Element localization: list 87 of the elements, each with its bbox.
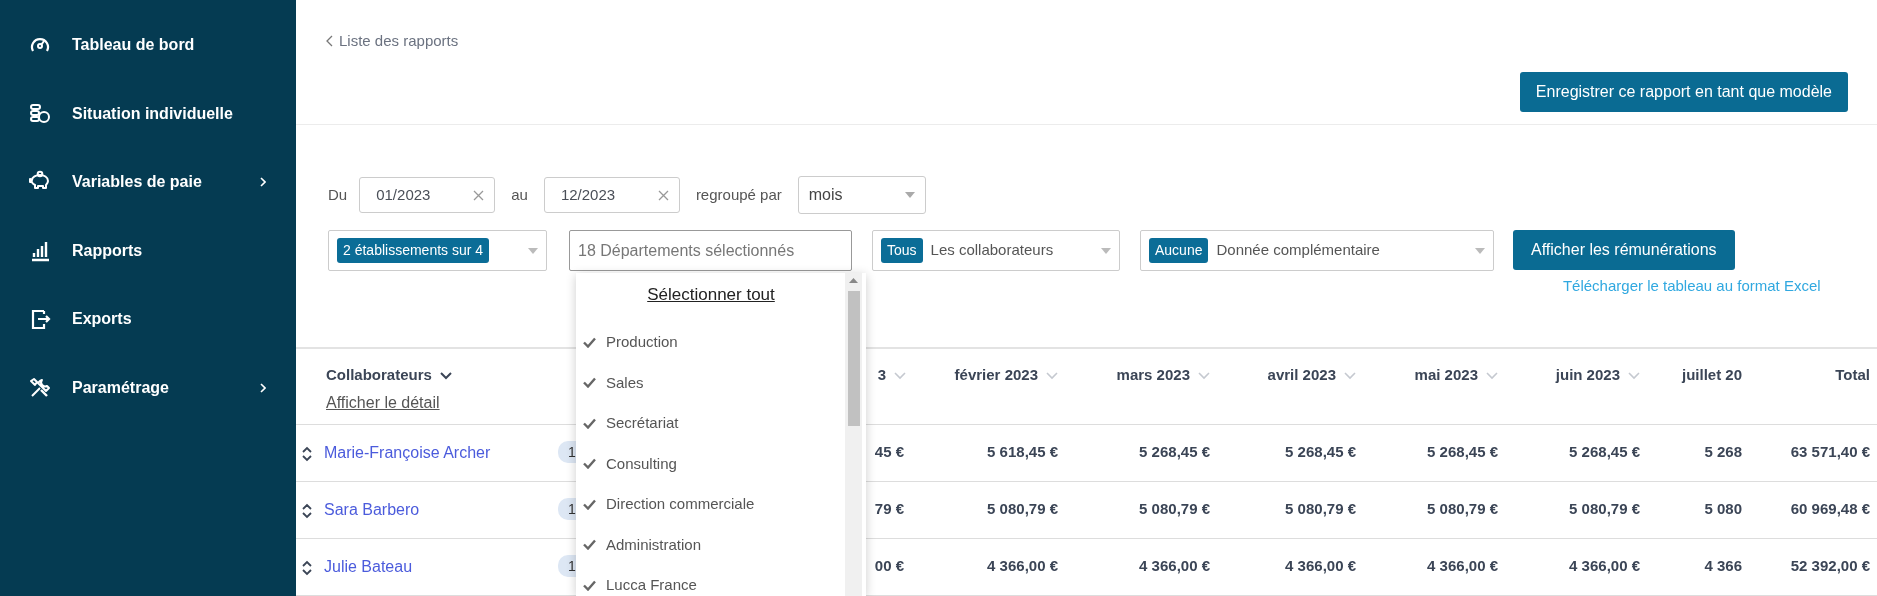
count-badge: 1 — [558, 441, 578, 464]
table-cell: 5 080,79 € — [987, 500, 1058, 518]
count-badge: 1 — [558, 555, 578, 578]
to-label: au — [511, 184, 528, 205]
select-all-link[interactable]: Sélectionner tout — [576, 273, 866, 322]
table-cell: 5 268,45 € — [1285, 443, 1356, 461]
back-link[interactable]: Liste des rapports — [326, 30, 459, 53]
to-date-field[interactable]: 12/2023 — [543, 177, 680, 213]
caret-icon — [1475, 247, 1485, 254]
table-cell: 5 268 — [1704, 443, 1742, 461]
table-cell: 5 080 — [1704, 500, 1742, 518]
column-header[interactable]: mai 2023 — [1414, 366, 1478, 383]
chevron-down-icon — [439, 372, 452, 381]
group-by-label: regroupé par — [695, 184, 782, 205]
sidebar-item[interactable]: Rapports — [0, 216, 296, 285]
scroll-up-icon[interactable] — [849, 278, 858, 283]
caret-icon — [1101, 247, 1111, 254]
back-chevron-icon — [326, 35, 333, 48]
column-header[interactable]: avril 2023 — [1267, 366, 1336, 383]
table-cell: 5 080,79 € — [1139, 500, 1210, 518]
departments-field[interactable]: 18 Départements sélectionnés — [569, 230, 852, 271]
table-cell: 5 268,45 € — [1139, 443, 1210, 461]
sort-icon[interactable] — [302, 502, 312, 519]
coins-icon — [28, 101, 52, 126]
group-by-select[interactable]: mois — [797, 176, 926, 214]
count-badge: 1 — [558, 498, 578, 521]
column-header[interactable]: juin 2023 — [1555, 366, 1620, 383]
clear-icon[interactable] — [473, 189, 485, 201]
table-cell: 5 618,45 € — [987, 443, 1058, 461]
column-header[interactable]: février 2023 — [954, 366, 1038, 383]
table-cell: 45 € — [874, 443, 904, 461]
sidebar-item[interactable]: Situation individuelle — [0, 79, 296, 148]
table-cell: 5 268,45 € — [1427, 443, 1498, 461]
table-cell: 4 366,00 € — [1427, 557, 1498, 575]
table-cell: 5 268,45 € — [1569, 443, 1640, 461]
column-header[interactable]: mars 2023 — [1116, 366, 1190, 383]
table-cell: 5 080,79 € — [1285, 500, 1356, 518]
table-cell: 4 366,00 € — [1569, 557, 1640, 575]
table-cell: 4 366,00 € — [1285, 557, 1356, 575]
chevron-down-icon[interactable] — [894, 372, 906, 381]
employees-select[interactable]: Tous Les collaborateurs — [872, 230, 1120, 271]
table-cell: 4 366 — [1704, 557, 1742, 575]
chevron-down-icon[interactable] — [1486, 372, 1498, 381]
extra-data-select[interactable]: Aucune Donnée complémentaire — [1140, 230, 1494, 271]
table-cell: 4 366,00 € — [1139, 557, 1210, 575]
chevron-down-icon[interactable] — [1198, 372, 1210, 381]
sidebar-item[interactable]: Variables de paie — [0, 148, 296, 217]
chevron-down-icon[interactable] — [1628, 372, 1640, 381]
table-cell: 52 392,00 € — [1790, 557, 1870, 575]
dropdown-option[interactable]: Administration — [576, 524, 866, 565]
sidebar-item[interactable]: Paramétrage — [0, 353, 296, 422]
from-date-field[interactable]: 01/2023 — [359, 177, 496, 213]
dropdown-option[interactable]: Consulting — [576, 443, 866, 484]
show-salaries-button[interactable]: Afficher les rémunérations — [1513, 230, 1735, 270]
caret-icon — [904, 192, 915, 198]
column-header[interactable]: Total — [1835, 366, 1870, 383]
from-label: Du — [328, 184, 348, 205]
chevron-down-icon[interactable] — [1344, 372, 1356, 381]
dropdown-option[interactable]: Lucca France — [576, 565, 866, 596]
table-cell: 4 366,00 € — [987, 557, 1058, 575]
column-header[interactable]: 3 — [877, 366, 886, 383]
clear-icon[interactable] — [657, 189, 669, 201]
column-header[interactable]: Collaborateurs — [326, 364, 452, 387]
chevron-down-icon[interactable] — [1046, 372, 1058, 381]
caret-icon — [528, 247, 538, 254]
table-cell: 5 080,79 € — [1569, 500, 1640, 518]
employee-link[interactable]: Sara Barbero — [324, 500, 420, 518]
table-cell: 63 571,40 € — [1790, 443, 1870, 461]
sidebar-item[interactable]: Tableau de bord — [0, 11, 296, 80]
table-cell: 60 969,48 € — [1790, 500, 1870, 518]
table-cell: 00 € — [874, 557, 904, 575]
table-cell: 79 € — [874, 500, 904, 518]
dropdown-option[interactable]: Production — [576, 322, 866, 363]
sort-icon[interactable] — [302, 559, 312, 576]
dropdown-option[interactable]: Direction commerciale — [576, 484, 866, 525]
save-template-button[interactable]: Enregistrer ce rapport en tant que modèle — [1519, 72, 1848, 112]
employee-link[interactable]: Julie Bateau — [324, 557, 413, 575]
column-header[interactable]: juillet 20 — [1681, 366, 1742, 383]
establishments-select[interactable]: 2 établissements sur 4 — [328, 230, 547, 271]
scrollbar[interactable] — [845, 273, 862, 596]
sidebar-item[interactable]: Exports — [0, 285, 296, 354]
show-detail-link[interactable]: Afficher le détail — [326, 390, 440, 415]
employee-link[interactable]: Marie-Françoise Archer — [324, 443, 491, 461]
table-cell: 5 080,79 € — [1427, 500, 1498, 518]
dropdown-option[interactable]: Sales — [576, 362, 866, 403]
sort-icon[interactable] — [302, 445, 312, 462]
dropdown-option[interactable]: Secrétariat — [576, 403, 866, 444]
